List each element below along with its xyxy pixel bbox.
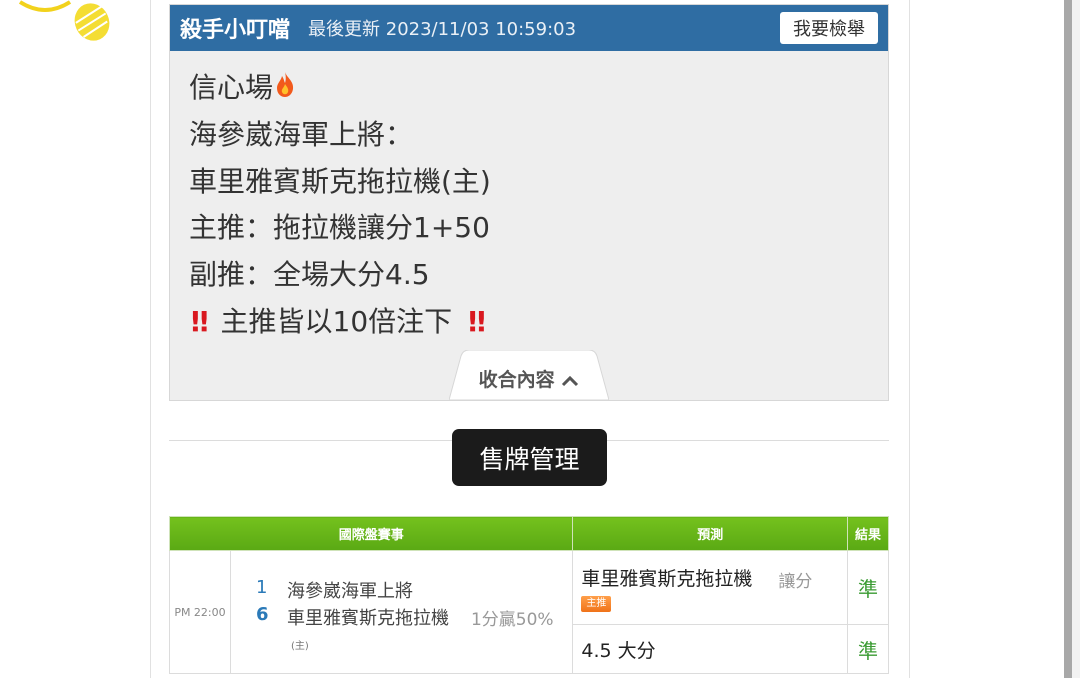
handicap-info: 1分贏50% <box>470 610 554 630</box>
result-2: 準 <box>847 624 889 674</box>
post-header: 殺手小叮噹 最後更新 2023/11/03 10:59:03 我要檢舉 <box>170 5 888 51</box>
post-line: 副推：全場大分4.5 <box>189 258 430 292</box>
col-header-result: 結果 <box>847 516 889 551</box>
prediction-2: 4.5 大分 <box>572 624 849 674</box>
post-card: 殺手小叮噹 最後更新 2023/11/03 10:59:03 我要檢舉 信心場 … <box>169 4 889 401</box>
post-line: 車里雅賓斯克拖拉機(主) <box>189 164 491 198</box>
scrollbar[interactable] <box>1064 0 1072 678</box>
prediction-1-type: 讓分 <box>778 572 813 592</box>
result-1: 準 <box>847 550 889 625</box>
team1-number: 1 <box>255 577 268 598</box>
prediction-1: 車里雅賓斯克拖拉機 讓分 主推 <box>572 550 849 625</box>
main-pick-badge: 主推 <box>581 596 612 612</box>
post-line: !! 主推皆以10倍注下!! <box>189 299 888 346</box>
chevron-up-icon <box>561 369 579 391</box>
lightbulb-decoration-icon <box>18 0 110 41</box>
match-table: 國際盤賽事 預測 結果 PM 22:00 1 海參崴海軍上將 6 車里雅賓斯克拖… <box>168 516 889 674</box>
team2-number: 6 <box>255 604 269 625</box>
collapse-content-button[interactable]: 收合內容 <box>449 350 609 400</box>
double-exclamation-icon: !! <box>466 305 487 339</box>
team2-name[interactable]: 車里雅賓斯克拖拉機 <box>287 604 449 630</box>
table-row: PM 22:00 1 海參崴海軍上將 6 車里雅賓斯克拖拉機 1分贏50% (主… <box>169 550 889 674</box>
fire-icon <box>273 66 297 113</box>
match-info: 1 海參崴海軍上將 6 車里雅賓斯克拖拉機 1分贏50% (主) <box>229 550 574 674</box>
double-exclamation-icon: !! <box>189 305 210 339</box>
col-header-match: 國際盤賽事 <box>168 516 574 551</box>
collapse-label: 收合內容 <box>478 369 555 391</box>
prediction-1-team: 車里雅賓斯克拖拉機 <box>581 568 753 590</box>
sell-management-tooltip[interactable]: 售牌管理 <box>452 429 607 486</box>
post-line: 海參崴海軍上將： <box>189 118 414 152</box>
last-updated: 最後更新 2023/11/03 10:59:03 <box>308 19 577 40</box>
col-header-prediction: 預測 <box>572 516 849 551</box>
post-line: 信心場 <box>189 65 888 112</box>
report-button[interactable]: 我要檢舉 <box>780 12 878 44</box>
match-time: PM 22:00 <box>169 550 231 674</box>
author-name[interactable]: 殺手小叮噹 <box>180 12 290 44</box>
home-tag: (主) <box>290 641 309 652</box>
post-body: 信心場 海參崴海軍上將： 車里雅賓斯克拖拉機(主) 主推：拖拉機讓分1+50 副… <box>170 51 888 346</box>
post-line: 主推：拖拉機讓分1+50 <box>189 211 490 245</box>
team1-name[interactable]: 海參崴海軍上將 <box>287 577 413 603</box>
